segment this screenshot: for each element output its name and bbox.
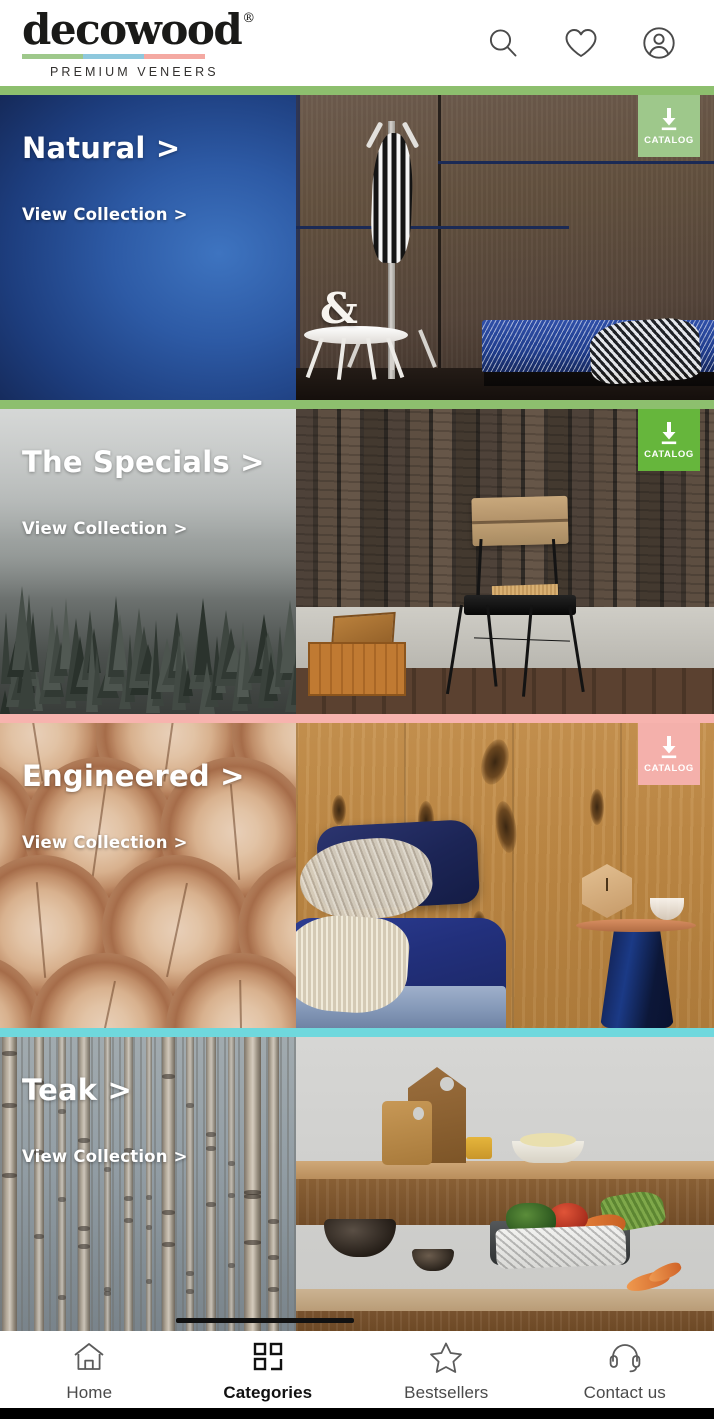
search-icon[interactable] [484, 24, 522, 62]
logo-text: decowood [22, 5, 243, 55]
system-home-bar [0, 1408, 714, 1419]
view-collection-link[interactable]: View Collection > [22, 205, 188, 224]
category-left-panel-teak: Teak > View Collection > [0, 1037, 296, 1349]
natural-gradient-background [0, 95, 296, 400]
section-divider-engineered [0, 714, 714, 723]
registered-trademark-icon: ® [242, 11, 256, 27]
header-icon-group [484, 24, 678, 62]
nav-label-home: Home [66, 1383, 113, 1402]
wall-accent-line [296, 95, 300, 400]
island-edge [296, 1289, 714, 1311]
small-cutting-board [382, 1101, 432, 1165]
wood-knot [332, 795, 346, 825]
home-icon [72, 1340, 106, 1374]
nav-item-bestsellers[interactable]: Bestsellers [357, 1332, 536, 1419]
category-card-teak[interactable]: Teak > View Collection > [0, 1037, 714, 1349]
side-table-legs [305, 337, 405, 380]
yellow-mug [466, 1137, 492, 1159]
scroll-indicator [176, 1318, 354, 1323]
wooden-crate [308, 642, 406, 696]
logo-bar-pink [144, 53, 205, 59]
nav-label-contact-us: Contact us [583, 1383, 666, 1402]
logo-tagline: PREMIUM VENEERS [50, 64, 219, 79]
app-header: decowood ® PREMIUM VENEERS [0, 0, 714, 86]
nav-item-contact-us[interactable]: Contact us [536, 1332, 714, 1419]
wood-knot [590, 789, 604, 825]
category-image-engineered: CATALOG [296, 723, 714, 1028]
catalog-download-button[interactable]: CATALOG [638, 409, 700, 471]
fur-throw [296, 911, 412, 1017]
copper-table-top [576, 919, 696, 932]
catalog-label: CATALOG [644, 448, 694, 460]
download-icon [661, 107, 677, 130]
nav-item-categories[interactable]: Categories [179, 1332, 358, 1419]
section-divider-specials [0, 400, 714, 409]
log-cross-section-image [0, 723, 296, 1028]
category-left-panel-engineered: Engineered > View Collection > [0, 723, 296, 1028]
view-collection-link[interactable]: View Collection > [22, 519, 188, 538]
star-icon [429, 1340, 463, 1374]
headset-icon [608, 1340, 642, 1374]
bottom-navigation-bar: Home Categories Bestsellers Contact us [0, 1331, 714, 1419]
logo-wordmark: decowood ® [22, 5, 256, 55]
nav-label-bestsellers: Bestsellers [404, 1383, 489, 1402]
category-left-panel-specials: The Specials > View Collection > [0, 409, 296, 714]
catalog-label: CATALOG [644, 762, 694, 774]
category-sections: Natural > View Collection > & CATALOG Th… [0, 86, 714, 1349]
back-counter-top [296, 1161, 714, 1179]
wall-accent-line [438, 161, 714, 164]
serving-dish [512, 1133, 584, 1163]
view-collection-link[interactable]: View Collection > [22, 833, 188, 852]
conifer-treeline [0, 543, 296, 714]
logo-bar-green [22, 53, 83, 59]
app-root: decowood ® PREMIUM VENEERS Natural > Vie… [0, 0, 714, 1419]
striped-throw [587, 316, 703, 386]
patterned-cloth [495, 1224, 627, 1270]
grid-icon [251, 1340, 285, 1374]
chair-legs [445, 604, 586, 701]
catalog-label: CATALOG [644, 134, 694, 146]
nav-item-home[interactable]: Home [0, 1332, 179, 1419]
ampersand-sculpture: & [320, 284, 358, 333]
catalog-download-button[interactable]: CATALOG [638, 723, 700, 785]
section-divider-natural [0, 86, 714, 95]
account-icon[interactable] [640, 24, 678, 62]
section-divider-teak [0, 1028, 714, 1037]
category-image-specials: CATALOG [296, 409, 714, 714]
category-card-specials[interactable]: The Specials > View Collection > CATALOG [0, 409, 714, 714]
brand-logo[interactable]: decowood ® PREMIUM VENEERS [22, 7, 255, 79]
nav-label-categories: Categories [223, 1383, 313, 1402]
logo-color-bar [22, 53, 205, 59]
logo-bar-blue [83, 53, 144, 59]
catalog-download-button[interactable]: CATALOG [638, 95, 700, 157]
category-card-engineered[interactable]: Engineered > View Collection > CATALOG [0, 723, 714, 1028]
download-icon [661, 735, 677, 758]
heart-icon[interactable] [562, 24, 600, 62]
category-left-panel-natural: Natural > View Collection > [0, 95, 296, 400]
tree-trunks [0, 1037, 296, 1349]
category-card-natural[interactable]: Natural > View Collection > & CATALOG [0, 95, 714, 400]
wall-accent-line [296, 226, 569, 229]
download-icon [661, 421, 677, 444]
wall-seam [438, 95, 441, 400]
category-image-natural: & CATALOG [296, 95, 714, 400]
view-collection-link[interactable]: View Collection > [22, 1147, 188, 1166]
category-image-teak [296, 1037, 714, 1349]
